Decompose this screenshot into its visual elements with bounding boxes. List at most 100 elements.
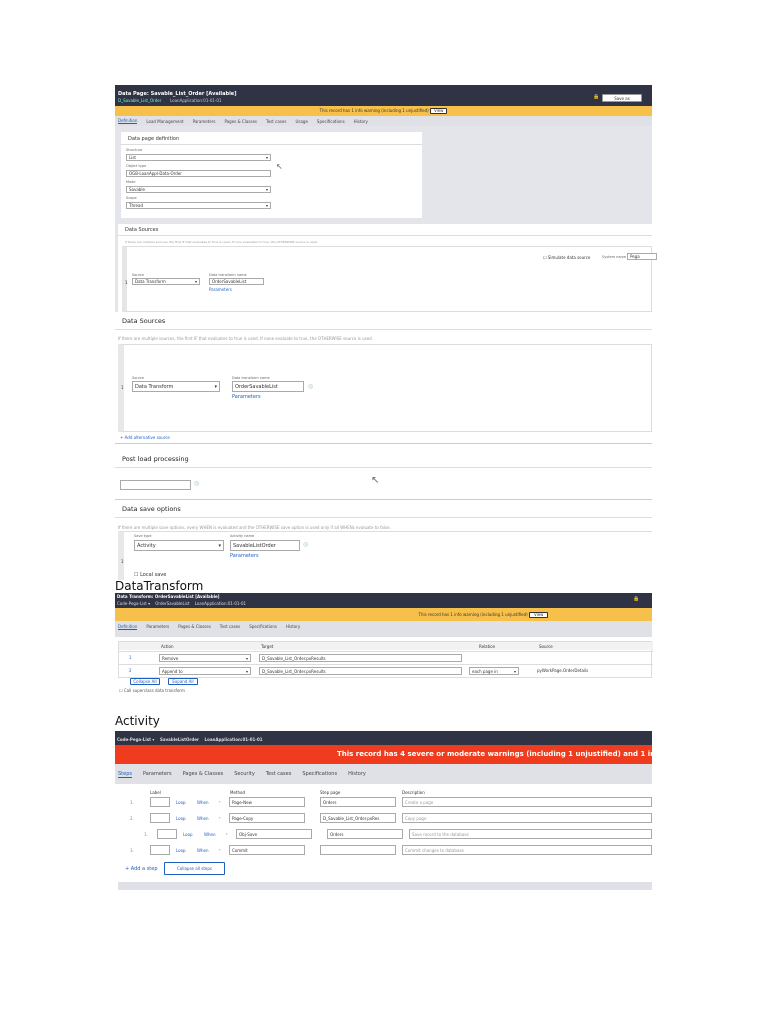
tab-pages-classes[interactable]: Pages & Classes: [178, 624, 211, 629]
when-link[interactable]: When: [204, 832, 216, 837]
description-input[interactable]: Create a page: [402, 797, 652, 807]
target-icon[interactable]: ◎: [308, 383, 313, 390]
action-select[interactable]: Append to ▾: [159, 667, 251, 675]
loop-link[interactable]: Loop: [176, 816, 186, 821]
chevron-right-icon[interactable]: ›: [219, 847, 221, 852]
dt-input[interactable]: OrderSavableList: [232, 381, 304, 392]
collapse-all-steps-button[interactable]: Collapse all steps: [164, 862, 225, 875]
header-target: Target: [261, 644, 274, 649]
target-input[interactable]: D_Savable_List_Order.pxResults: [259, 667, 462, 675]
post-load-input[interactable]: [120, 480, 191, 490]
target-icon[interactable]: ◎: [303, 541, 308, 548]
system-name-input[interactable]: Pega: [627, 253, 657, 260]
when-link[interactable]: When: [197, 816, 209, 821]
table-row: 1 Remove ▾ D_Savable_List_Order.pxResults: [119, 651, 653, 664]
step-page-input[interactable]: D_Savable_List_Order.pxRes: [320, 813, 396, 823]
tab-definition[interactable]: Definition: [118, 118, 138, 124]
parameters-link[interactable]: Parameters: [209, 287, 232, 292]
method-input[interactable]: Page-Copy: [229, 813, 305, 823]
scope-select[interactable]: Thread ▾: [126, 202, 271, 209]
tab-test-cases[interactable]: Test cases: [266, 119, 286, 124]
tab-history[interactable]: History: [286, 624, 300, 629]
description-input[interactable]: Copy page: [402, 813, 652, 823]
sources-card: Data Sources If there are multiple sourc…: [118, 224, 657, 312]
tab-specifications[interactable]: Specifications: [302, 771, 337, 777]
step-page-input[interactable]: [320, 845, 396, 855]
description-input[interactable]: Commit changes to database: [402, 845, 652, 855]
structure-select[interactable]: List ▾: [126, 154, 271, 161]
chevron-right-icon[interactable]: ›: [219, 815, 221, 820]
scope-value: Thread: [129, 203, 143, 208]
mode-label: Mode: [126, 180, 136, 184]
tab-pages-classes[interactable]: Pages & Classes: [225, 119, 258, 124]
loop-link[interactable]: Loop: [183, 832, 193, 837]
tab-parameters[interactable]: Parameters: [143, 771, 172, 777]
tab-steps[interactable]: Steps: [118, 771, 132, 778]
lock-icon: 🔒: [593, 94, 600, 100]
step-page-input[interactable]: Orders: [327, 829, 403, 839]
step-label-input[interactable]: [150, 845, 170, 855]
relation-select[interactable]: each page in ▾: [469, 667, 519, 675]
step-label-input[interactable]: [150, 813, 170, 823]
collapse-all-button[interactable]: Collapse All: [130, 678, 160, 685]
loop-link[interactable]: Loop: [176, 800, 186, 805]
tab-definition[interactable]: Definition: [118, 624, 138, 630]
loop-link[interactable]: Loop: [176, 848, 186, 853]
add-step-link[interactable]: + Add a step: [125, 866, 158, 872]
tab-test-cases[interactable]: Test cases: [266, 771, 292, 777]
source-value: Data Transform: [135, 383, 174, 390]
save-row: 1 Save type Activity ▾ Activity name Sava…: [118, 531, 652, 580]
tab-test-cases[interactable]: Test cases: [220, 624, 240, 629]
call-superclass-checkbox[interactable]: ☐ Call superclass data transform: [119, 688, 185, 693]
step-label-input[interactable]: [157, 829, 177, 839]
target-value: D_Savable_List_Order.pxResults: [262, 668, 326, 674]
target-input[interactable]: D_Savable_List_Order.pxResults: [259, 654, 462, 662]
method-input[interactable]: Commit: [229, 845, 305, 855]
sources-desc: If there are multiple sources, the first…: [118, 336, 373, 341]
step-page-input[interactable]: Orders: [320, 797, 396, 807]
post-load-title: Post load processing: [122, 455, 189, 463]
tab-load-management[interactable]: Load Management: [146, 119, 183, 124]
add-alternative-source-link[interactable]: + Add alternative source: [120, 435, 170, 440]
tab-history[interactable]: History: [354, 119, 368, 124]
save-type-select[interactable]: Activity ▾: [134, 540, 224, 551]
tab-specifications[interactable]: Specifications: [317, 119, 345, 124]
expand-all-button[interactable]: Expand All: [168, 678, 198, 685]
method-input[interactable]: Obj-Save: [236, 829, 312, 839]
object-type-value: OGB-LoanAppl-Data-Order: [129, 171, 182, 176]
object-type-input[interactable]: OGB-LoanAppl-Data-Order: [126, 170, 271, 177]
tab-security[interactable]: Security: [234, 771, 255, 777]
source-select[interactable]: Data Transform ▾: [132, 278, 200, 285]
target-icon[interactable]: ◎: [194, 480, 199, 487]
chevron-right-icon[interactable]: ›: [226, 831, 228, 836]
warning-text: This record has 1 info warning (includin…: [319, 108, 429, 113]
tab-history[interactable]: History: [348, 771, 366, 777]
mode-select[interactable]: Savable ▾: [126, 186, 271, 193]
tab-usage[interactable]: Usage: [295, 119, 307, 124]
view-button[interactable]: View: [429, 108, 448, 114]
tab-pages-classes[interactable]: Pages & Classes: [183, 771, 224, 777]
parameters-link[interactable]: Parameters: [232, 394, 261, 400]
when-link[interactable]: When: [197, 848, 209, 853]
chevron-right-icon[interactable]: ›: [219, 799, 221, 804]
tab-parameters[interactable]: Parameters: [146, 624, 169, 629]
chevron-down-icon: ▾: [265, 203, 268, 208]
chevron-down-icon: ▾: [245, 655, 248, 661]
when-link[interactable]: When: [197, 800, 209, 805]
view-button[interactable]: View: [528, 611, 549, 618]
dt-input[interactable]: OrderSavableList: [209, 278, 264, 285]
parameters-link[interactable]: Parameters: [230, 553, 259, 559]
method-input[interactable]: Page-New: [229, 797, 305, 807]
description-input[interactable]: Save record to the database: [409, 829, 652, 839]
activity-input[interactable]: SavableListOrder: [230, 540, 300, 551]
tabs: Definition Parameters Pages & Classes Te…: [115, 621, 652, 637]
action-select[interactable]: Remove ▾: [159, 654, 251, 662]
local-save-checkbox[interactable]: ☐ Local save: [134, 572, 166, 578]
simulate-checkbox[interactable]: ☐ Simulate data source: [543, 255, 590, 260]
tab-specifications[interactable]: Specifications: [249, 624, 277, 629]
source-select[interactable]: Data Transform ▾: [132, 381, 220, 392]
save-as-button[interactable]: Save as: [602, 94, 642, 102]
step-label-input[interactable]: [150, 797, 170, 807]
target-value: D_Savable_List_Order.pxResults: [262, 655, 326, 661]
tab-parameters[interactable]: Parameters: [193, 119, 216, 124]
